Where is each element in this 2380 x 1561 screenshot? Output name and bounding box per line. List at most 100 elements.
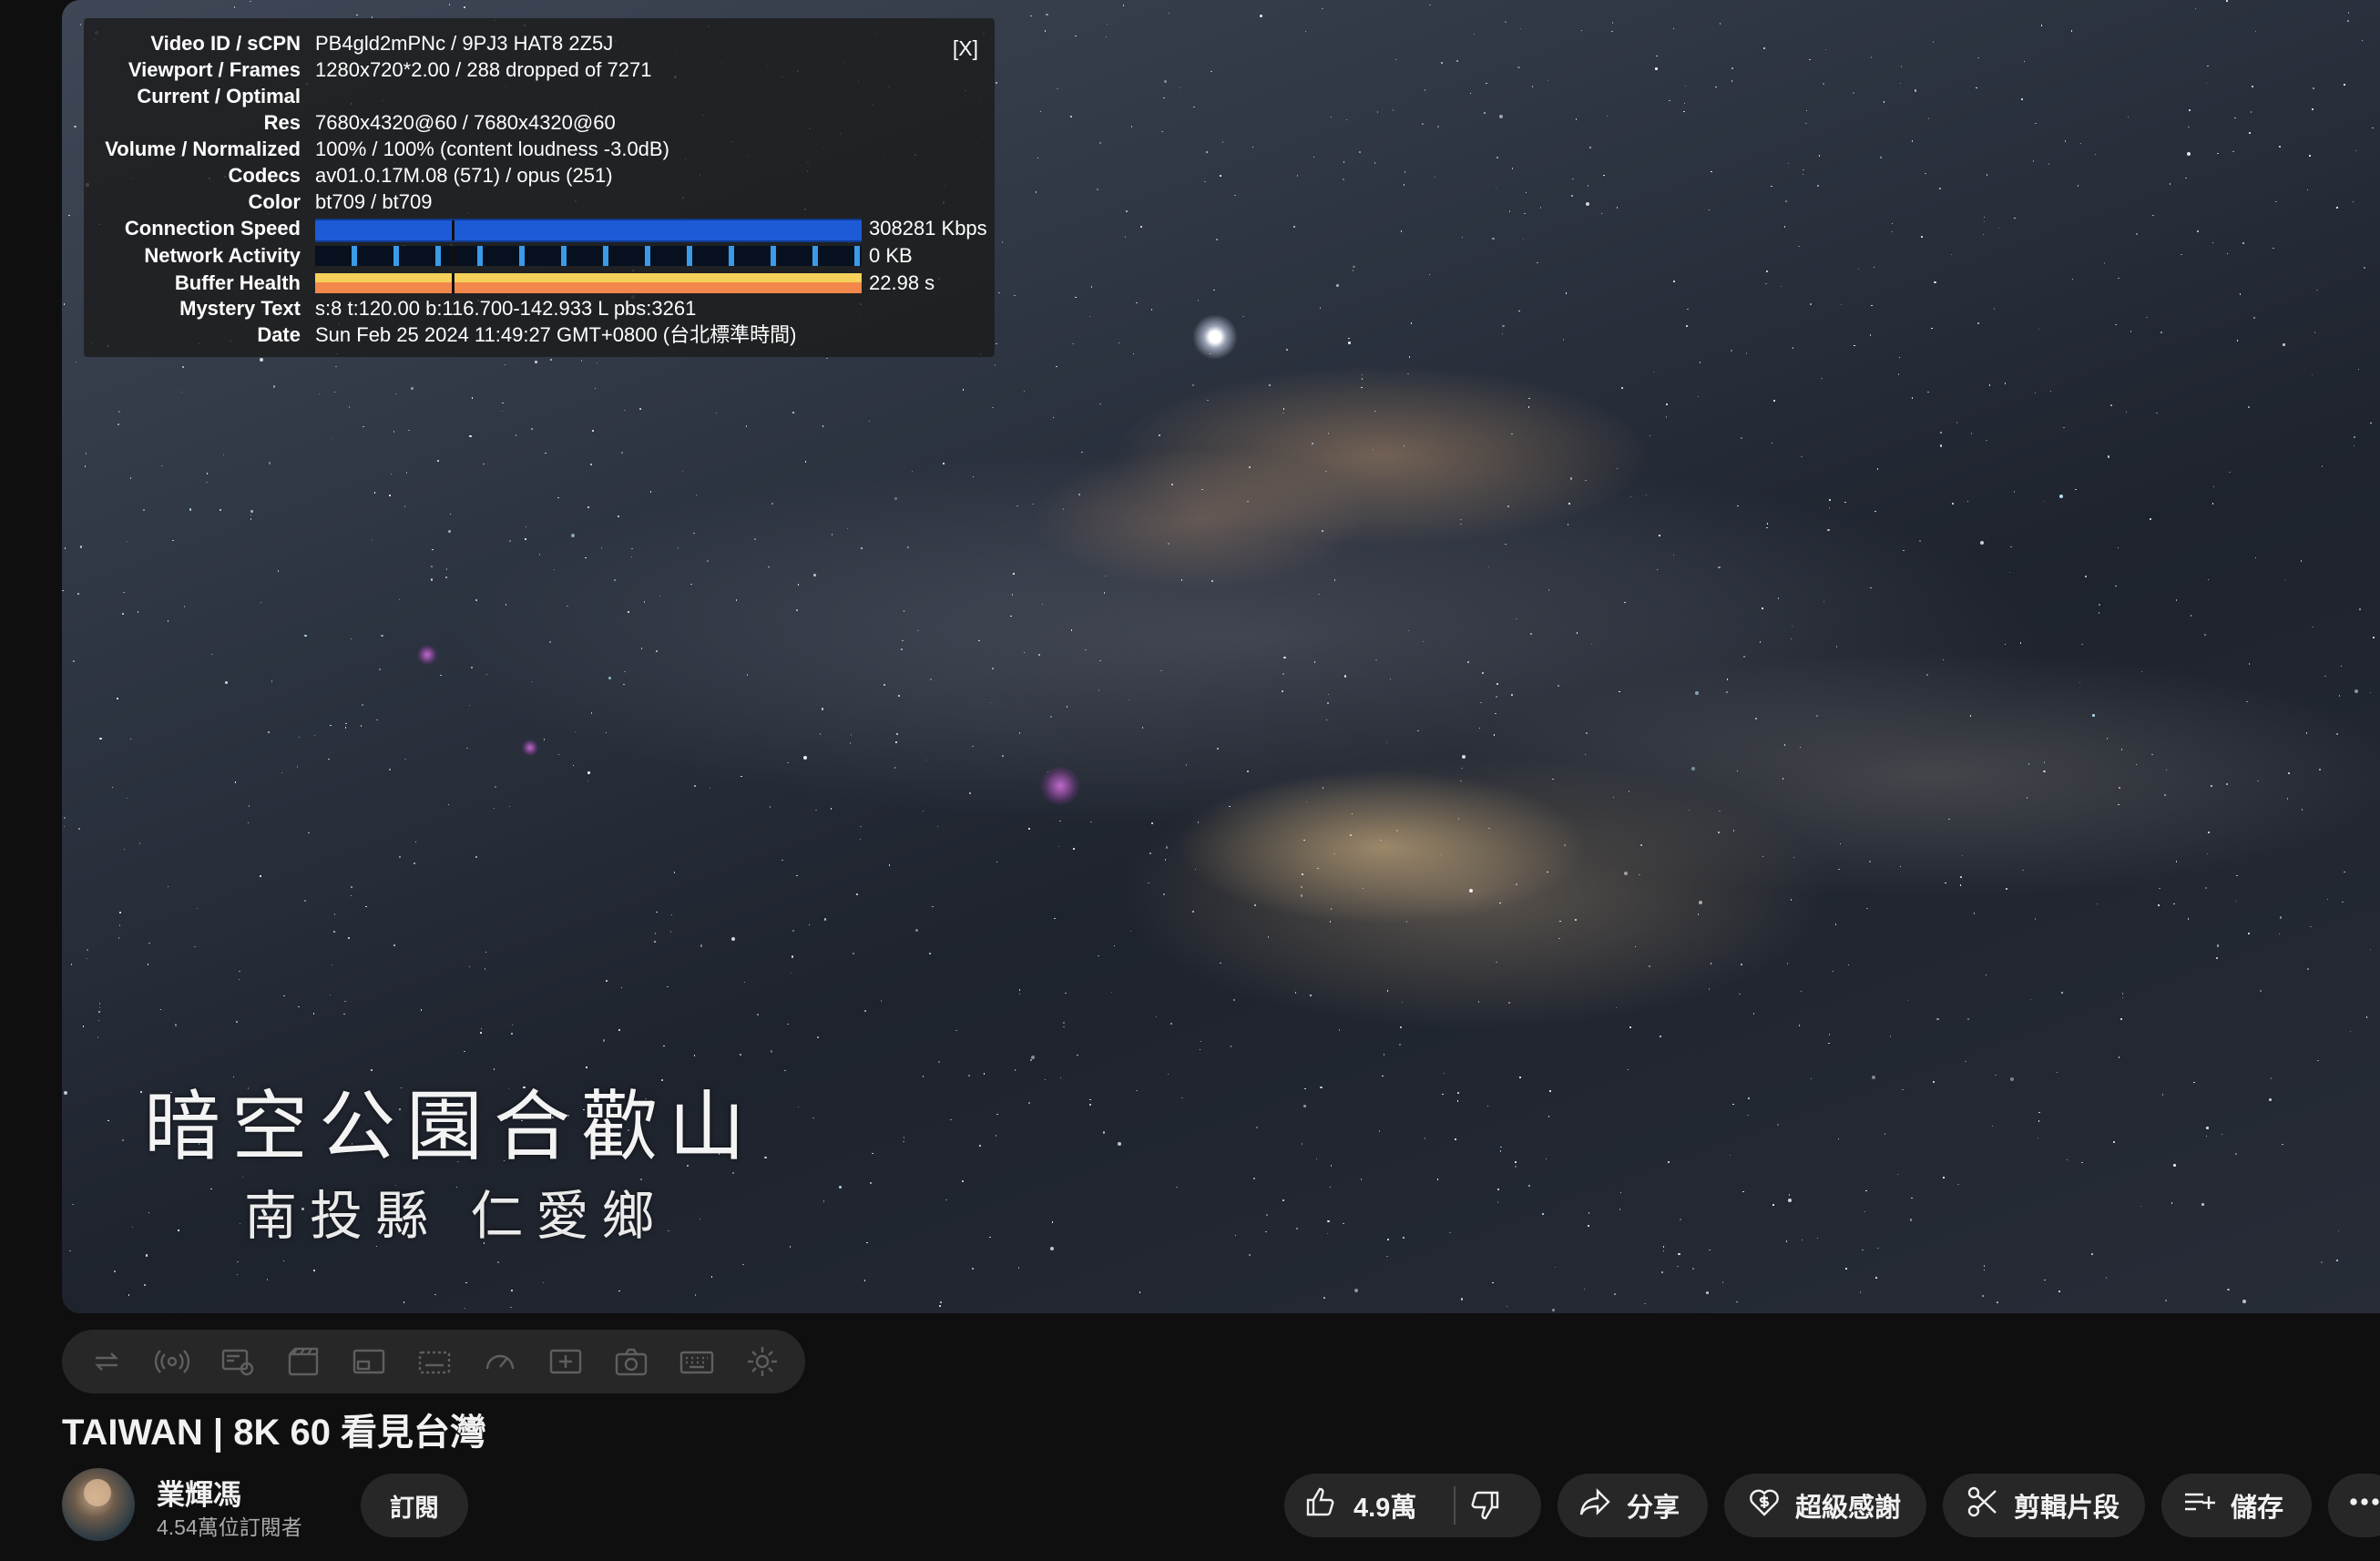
- star: [1407, 372, 1409, 375]
- star: [1828, 1034, 1831, 1036]
- star: [220, 509, 221, 511]
- star: [98, 1011, 100, 1013]
- star: [1956, 422, 1958, 423]
- star: [930, 678, 932, 680]
- star: [1360, 1178, 1363, 1180]
- star: [1969, 715, 1972, 717]
- star: [2160, 332, 2162, 333]
- star: [2044, 1279, 2046, 1281]
- star: [117, 937, 120, 939]
- star: [817, 1036, 819, 1038]
- star: [1787, 162, 1790, 165]
- star: [2194, 7, 2197, 10]
- star: [2165, 1300, 2167, 1301]
- star: [260, 875, 261, 877]
- star: [1838, 868, 1840, 871]
- star: [1545, 1158, 1548, 1160]
- star: [2115, 585, 2117, 587]
- loop-icon[interactable]: [86, 1341, 128, 1382]
- star: [1139, 1291, 1141, 1293]
- view-icon[interactable]: [217, 1341, 259, 1382]
- star: [2207, 65, 2209, 67]
- star: [97, 1036, 99, 1038]
- channel-avatar[interactable]: [62, 1468, 135, 1541]
- keyboard-icon[interactable]: [676, 1341, 718, 1382]
- star: [2035, 122, 2037, 125]
- star: [114, 1270, 116, 1272]
- dislike-icon[interactable]: [1466, 1487, 1503, 1531]
- star: [789, 1246, 792, 1248]
- broadcast-icon[interactable]: [151, 1341, 193, 1382]
- speed-icon[interactable]: [479, 1341, 521, 1382]
- star: [1933, 1081, 1935, 1083]
- star: [1253, 1178, 1255, 1179]
- channel-name[interactable]: 業輝馮: [157, 1472, 241, 1513]
- star: [2372, 127, 2374, 129]
- star: [465, 1281, 467, 1284]
- star: [1310, 995, 1312, 996]
- star: [2253, 317, 2255, 319]
- star: [590, 464, 592, 465]
- star: [1585, 479, 1587, 482]
- star: [331, 964, 333, 966]
- clip-button[interactable]: 剪輯片段: [1943, 1474, 2145, 1537]
- star: [1668, 1161, 1670, 1163]
- star: [2125, 411, 2128, 413]
- star: [1018, 732, 1021, 734]
- star: [239, 1222, 241, 1225]
- stat-value: bt709 / bt709: [315, 190, 433, 213]
- star: [331, 437, 333, 440]
- camera-icon[interactable]: [610, 1341, 652, 1382]
- star: [1457, 1092, 1459, 1094]
- subtitle-screen-icon[interactable]: [414, 1341, 455, 1382]
- star: [1986, 439, 1987, 442]
- star: [1580, 29, 1583, 32]
- save-button[interactable]: 儲存: [2161, 1474, 2312, 1537]
- star: [189, 508, 192, 511]
- super-thanks-button[interactable]: 超級感謝: [1724, 1474, 1926, 1537]
- star: [1469, 92, 1472, 95]
- star: [754, 538, 756, 540]
- like-count[interactable]: 4.9萬: [1353, 1486, 1416, 1525]
- star: [2283, 343, 2285, 346]
- clapperboard-icon[interactable]: [282, 1341, 324, 1382]
- star: [2107, 455, 2110, 458]
- star: [1788, 1198, 1793, 1202]
- star: [79, 546, 83, 548]
- star: [131, 1226, 134, 1229]
- star: [2130, 331, 2132, 332]
- star: [485, 951, 487, 954]
- stats-close-button[interactable]: [X]: [953, 36, 978, 61]
- more-actions-button[interactable]: [2328, 1474, 2380, 1537]
- miniplayer-icon[interactable]: [348, 1341, 390, 1382]
- subscribe-button[interactable]: 訂閱: [361, 1474, 468, 1537]
- star: [2205, 82, 2208, 85]
- star: [464, 1307, 466, 1310]
- star: [1583, 1288, 1586, 1291]
- star: [791, 955, 794, 958]
- share-button[interactable]: 分享: [1558, 1474, 1708, 1537]
- star: [1611, 30, 1613, 33]
- star: [504, 363, 506, 366]
- settings-gear-icon[interactable]: [741, 1341, 783, 1382]
- share-icon: [1578, 1484, 1614, 1527]
- star: [681, 470, 684, 473]
- star: [1028, 828, 1030, 830]
- star: [1870, 56, 1873, 58]
- star: [1486, 82, 1487, 84]
- star: [509, 540, 511, 542]
- star: [272, 385, 276, 388]
- star: [741, 775, 742, 778]
- star: [70, 964, 73, 965]
- star: [580, 360, 583, 362]
- star: [2260, 990, 2262, 992]
- star: [118, 924, 121, 926]
- star: [1260, 15, 1262, 17]
- star: [138, 842, 141, 844]
- star: [1772, 1204, 1774, 1206]
- star: [1977, 322, 1979, 324]
- star: [936, 825, 939, 827]
- like-icon[interactable]: [1302, 1484, 1339, 1527]
- star: [1612, 796, 1615, 799]
- add-icon[interactable]: [545, 1341, 587, 1382]
